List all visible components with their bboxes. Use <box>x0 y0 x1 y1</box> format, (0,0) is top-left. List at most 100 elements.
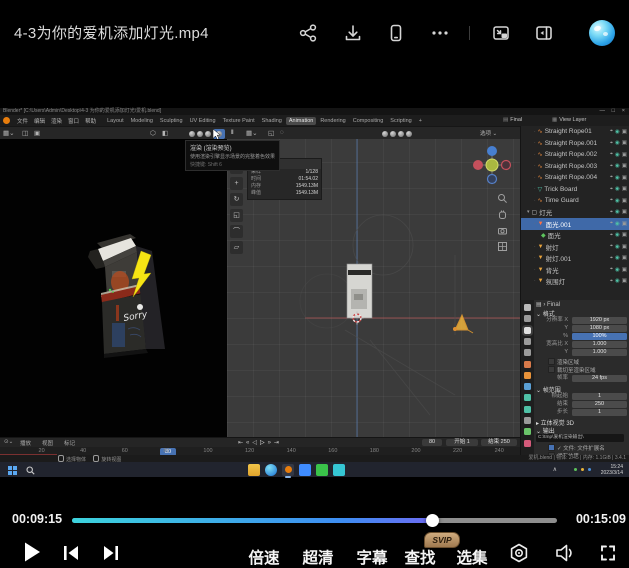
jump-end-icon: ⇥ <box>274 440 279 446</box>
row-dot: · <box>534 175 536 181</box>
frame-number: 20 <box>39 448 45 454</box>
stats-label: 时间 <box>251 176 261 183</box>
frame-end-field: 结束 250 <box>481 439 517 446</box>
previous-button[interactable] <box>62 545 80 561</box>
minimize-icon: — <box>600 108 606 115</box>
play-button[interactable] <box>22 541 42 563</box>
shading-wireframe-icon <box>189 131 195 137</box>
workspace-tab-shading: Shading <box>259 117 285 125</box>
properties-tab-strip <box>521 300 534 455</box>
speed-button[interactable]: 倍速 <box>242 546 286 568</box>
render-toggle-icon: ▣ <box>622 267 627 273</box>
workspace-tab-animation: Animation <box>286 117 316 125</box>
visibility-icons: ⌖◉▣ <box>610 253 627 265</box>
mouse-left-icon <box>58 455 64 462</box>
xray-icon: ◧ <box>162 129 168 137</box>
prop-label: Y <box>534 349 568 356</box>
frame-number: 120 <box>245 448 254 454</box>
edge-icon <box>265 464 277 476</box>
outliner-row-13: ·▼氛围灯⌖◉▣ <box>521 276 629 288</box>
progress-bar[interactable] <box>72 518 557 523</box>
playlist-panel-icon[interactable] <box>534 23 554 43</box>
select-toggle-icon: ⌖ <box>610 266 613 273</box>
row-dot: · <box>534 186 536 192</box>
outliner-row-3: ·∿Straight Rope.003⌖◉▣ <box>521 161 629 173</box>
properties-panel: ▤ › Final⌄ 格式分辨率 X1920 pxY1080 px%100%宽高… <box>520 300 629 455</box>
data-icon: ◆ <box>541 232 546 239</box>
next-button[interactable] <box>102 545 120 561</box>
stats-value: 01:54.02 <box>299 176 318 183</box>
episodes-button[interactable]: 选集 <box>450 546 494 568</box>
next-keyframe-icon: » <box>268 440 271 446</box>
subtitles-button[interactable]: 字幕 <box>350 546 394 568</box>
playback-controls: ⇤«◁▷»⇥ <box>238 439 282 446</box>
collection-icon: ▢ <box>532 209 538 216</box>
object-name: 面光.001 <box>546 219 572 229</box>
settings-icon[interactable] <box>509 543 529 563</box>
object-name: 射灯 <box>546 242 559 252</box>
more-icon[interactable] <box>430 23 450 43</box>
timeline-menu-marker: 标记 <box>64 439 75 447</box>
select-toggle-icon: ⌖ <box>610 278 613 285</box>
workspace-tab-+: + <box>416 117 425 125</box>
shading-solid-icon <box>197 131 203 137</box>
frame-number: 200 <box>411 448 420 454</box>
view-layer-selector: ▦View Layer <box>552 117 586 123</box>
workspace-tab-rendering: Rendering <box>317 117 348 125</box>
proportional-icon: ◌ <box>280 129 284 136</box>
properties-tab-physics-icon <box>524 406 531 413</box>
select-toggle-icon: ⌖ <box>610 197 613 204</box>
row-dot: · <box>534 255 536 261</box>
progress-knob[interactable] <box>426 514 439 527</box>
mini-window-icon[interactable] <box>491 23 511 43</box>
menu-items: 文件编辑渲染窗口帮助 <box>14 117 99 125</box>
render-toggle-icon: ▣ <box>622 152 627 158</box>
frame-number: 180 <box>370 448 379 454</box>
hide-toggle-icon: ◉ <box>615 163 620 169</box>
workspace-tab-modeling: Modeling <box>128 117 156 125</box>
search-in-video-button[interactable]: 查找 <box>398 546 442 568</box>
share-icon[interactable] <box>298 23 318 43</box>
visibility-icons: ⌖◉▣ <box>610 126 627 138</box>
explorer-icon <box>248 464 260 476</box>
light-icon: ▼ <box>538 278 544 284</box>
store-icon <box>299 464 311 476</box>
render-toggle-icon: ▣ <box>622 129 627 135</box>
outliner-row-8: ·▼面光.001⌖◉▣ <box>521 218 629 230</box>
workspace-tabs: LayoutModelingSculptingUV EditingTexture… <box>104 117 426 125</box>
current-time: 00:09:15 <box>12 512 62 526</box>
user-avatar[interactable] <box>589 20 615 46</box>
select-toggle-icon: ⌖ <box>610 209 613 216</box>
light-icon: ▼ <box>538 255 544 261</box>
hide-toggle-icon: ◉ <box>615 140 620 146</box>
select-toggle-icon: ⌖ <box>610 174 613 181</box>
download-icon[interactable] <box>343 23 363 43</box>
volume-icon[interactable] <box>554 543 576 563</box>
menu-3: 窗口 <box>68 117 79 125</box>
options-dropdown: 选项 ⌄ <box>480 129 497 137</box>
visibility-icons: ⌖◉▣ <box>610 241 627 253</box>
cast-to-phone-icon[interactable] <box>386 23 406 43</box>
properties-tab-view-layer-icon <box>524 338 531 345</box>
properties-breadcrumb: ▤ › Final <box>536 301 560 308</box>
prop-checkbox: 裁切至渲染区域 <box>548 366 596 375</box>
row-dot: · <box>534 267 536 273</box>
stats-row-2: 内存1549.13M <box>248 183 321 190</box>
annotate-tool-icon: ▱ <box>230 241 243 254</box>
current-frame-field: 80 <box>422 439 442 446</box>
prop-value: 100% <box>572 333 627 340</box>
prop-value: 1.000 <box>572 341 627 348</box>
visibility-icons: ⌖◉▣ <box>610 230 627 242</box>
rotate-tool-icon: ↻ <box>230 193 243 206</box>
render-toggle-icon: ▣ <box>622 140 627 146</box>
fullscreen-icon[interactable] <box>599 544 617 562</box>
video-frame[interactable]: Blender* [C:\Users\Admin\Desktop\4-3 为你的… <box>0 108 629 477</box>
quality-button[interactable]: 超清 <box>296 546 340 568</box>
light-icon: ▼ <box>538 244 544 250</box>
hide-toggle-icon: ◉ <box>615 232 620 238</box>
select-toggle-icon: ⌖ <box>610 163 613 170</box>
scale-tool-icon: ◱ <box>230 209 243 222</box>
object-name: 背光 <box>546 265 559 275</box>
frame-number: 60 <box>122 448 128 454</box>
object-name: Straight Rope.003 <box>545 163 597 170</box>
